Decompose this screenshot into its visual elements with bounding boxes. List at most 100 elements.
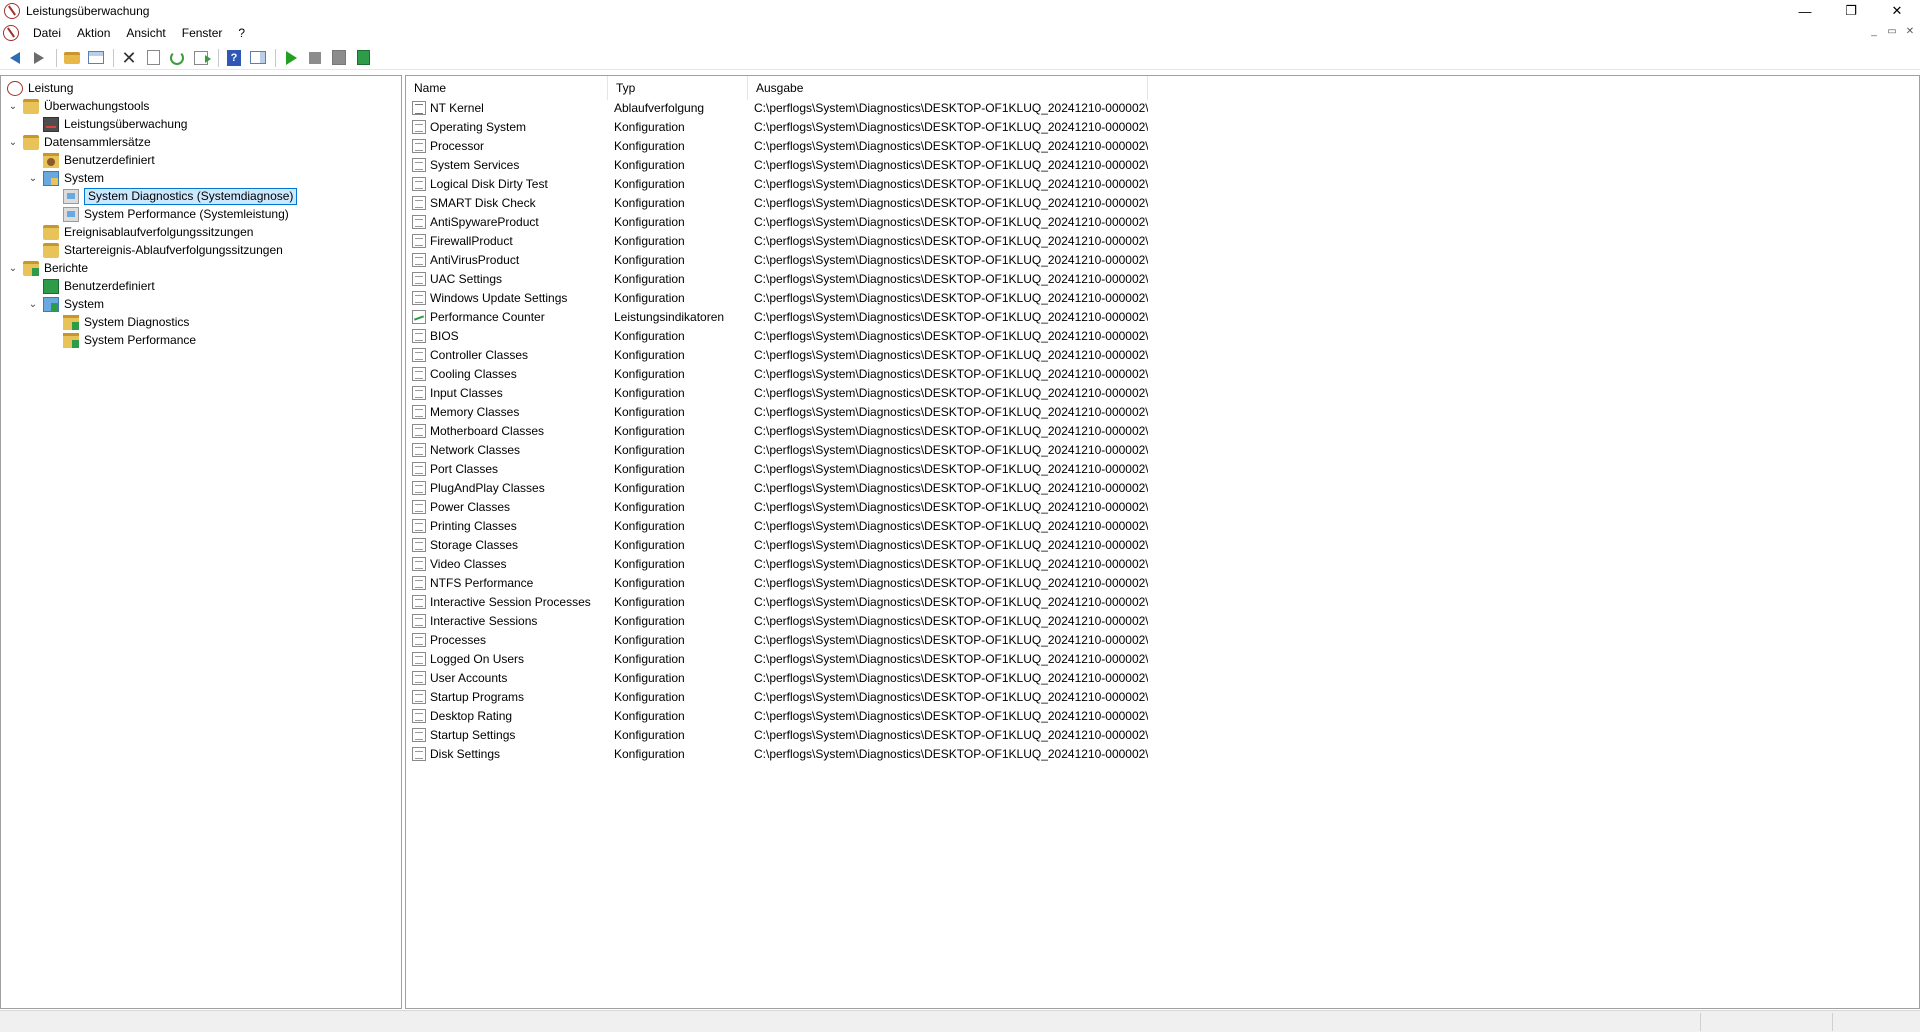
cell-output: C:\perflogs\System\Diagnostics\DESKTOP-O… — [754, 537, 1148, 552]
mdi-minimize-button[interactable]: _ — [1866, 24, 1882, 40]
title-bar: Leistungsüberwachung — ❐ ✕ — [0, 0, 1920, 22]
table-row[interactable]: BIOS Konfiguration C:\perflogs\System\Diag… — [406, 326, 1148, 345]
cell-type: Leistungsindikatoren — [614, 309, 725, 324]
mdi-close-button[interactable]: ✕ — [1902, 24, 1918, 40]
performance-monitor-app-icon[interactable] — [4, 3, 20, 19]
cell-name: User Accounts — [406, 670, 608, 685]
tree-item-reports[interactable]: ⌄ Berichte — [7, 259, 88, 277]
tree-item-leistung[interactable]: Leistung — [7, 79, 73, 97]
cell-type: Konfiguration — [614, 575, 685, 590]
table-row[interactable]: Startup Settings Konfiguration C:\perflogs… — [406, 725, 1148, 744]
menu-fenster[interactable]: Fenster — [174, 22, 231, 44]
tree-item-dcs-system[interactable]: ⌄ System — [27, 169, 104, 187]
table-row[interactable]: Controller Classes Konfiguration C:\perflo… — [406, 345, 1148, 364]
chevron-down-icon[interactable]: ⌄ — [7, 136, 19, 148]
menu-aktion[interactable]: Aktion — [69, 22, 118, 44]
column-header-output[interactable]: Ausgabe — [748, 76, 1148, 100]
delete-button[interactable]: ✕ — [118, 47, 140, 69]
chevron-down-icon[interactable]: ⌄ — [27, 298, 39, 310]
properties-button[interactable] — [142, 47, 164, 69]
menu-help[interactable]: ? — [230, 22, 253, 44]
table-row[interactable]: Desktop Rating Konfiguration C:\perflogs\S… — [406, 706, 1148, 725]
table-row[interactable]: Motherboard Classes Konfiguration C:\perfl… — [406, 421, 1148, 440]
table-row[interactable]: Network Classes Konfiguration C:\perflogs\… — [406, 440, 1148, 459]
close-button[interactable]: ✕ — [1874, 0, 1920, 22]
cell-output: C:\perflogs\System\Diagnostics\DESKTOP-O… — [754, 461, 1148, 476]
table-row[interactable]: Processor Konfiguration C:\perflogs\System… — [406, 136, 1148, 155]
start-button[interactable] — [280, 47, 302, 69]
column-header-name[interactable]: Name — [406, 76, 608, 100]
table-row[interactable]: UAC Settings Konfiguration C:\perflogs\Sys… — [406, 269, 1148, 288]
table-row[interactable]: System Services Konfiguration C:\perflogs\… — [406, 155, 1148, 174]
tree-item-system-performance[interactable]: System Performance (Systemleistung) — [63, 205, 289, 223]
table-row[interactable]: Logged On Users Konfiguration C:\perflogs\… — [406, 649, 1148, 668]
tree-item-report-system-performance[interactable]: System Performance — [63, 331, 196, 349]
mdi-restore-button[interactable]: ▭ — [1884, 24, 1900, 40]
show-hide-tree-button[interactable] — [85, 47, 107, 69]
configuration-icon — [412, 689, 426, 704]
table-row[interactable]: Port Classes Konfiguration C:\perflogs\Sys… — [406, 459, 1148, 478]
system-menu-icon[interactable] — [3, 25, 19, 41]
table-row[interactable]: Cooling Classes Konfiguration C:\perflogs\… — [406, 364, 1148, 383]
table-row[interactable]: Performance Counter Leistungsindikatoren C… — [406, 307, 1148, 326]
tree-item-performance-monitor[interactable]: Leistungsüberwachung — [43, 115, 187, 133]
table-row[interactable]: Windows Update Settings Konfiguration C:\p… — [406, 288, 1148, 307]
table-row[interactable]: Video Classes Konfiguration C:\perflogs\Sy… — [406, 554, 1148, 573]
tree-label: Ereignisablaufverfolgungssitzungen — [64, 225, 254, 239]
tree-item-monitoring-tools[interactable]: ⌄ Überwachungstools — [7, 97, 149, 115]
chevron-down-icon[interactable]: ⌄ — [7, 262, 19, 274]
chevron-down-icon[interactable]: ⌄ — [7, 100, 19, 112]
table-row[interactable]: Interactive Session Processes Konfigurati… — [406, 592, 1148, 611]
table-row[interactable]: Disk Settings Konfiguration C:\perflogs\Sy… — [406, 744, 1148, 763]
tree-item-event-trace-sessions[interactable]: Ereignisablaufverfolgungssitzungen — [43, 223, 253, 241]
tree-item-report-system-diagnostics[interactable]: System Diagnostics — [63, 313, 189, 331]
show-hide-action-pane-button[interactable] — [247, 47, 269, 69]
row-name: Logged On Users — [430, 651, 525, 666]
table-row[interactable]: Processes Konfiguration C:\perflogs\System… — [406, 630, 1148, 649]
table-row[interactable]: Operating System Konfiguration C:\perflogs… — [406, 117, 1148, 136]
tree-item-reports-user-defined[interactable]: Benutzerdefiniert — [43, 277, 155, 295]
export-list-button[interactable] — [190, 47, 212, 69]
table-row[interactable]: Printing Classes Konfiguration C:\perflogs… — [406, 516, 1148, 535]
table-row[interactable]: Memory Classes Konfiguration C:\perflogs\S… — [406, 402, 1148, 421]
table-row[interactable]: Startup Programs Konfiguration C:\perflogs… — [406, 687, 1148, 706]
table-row[interactable]: Input Classes Konfiguration C:\perflogs\Sy… — [406, 383, 1148, 402]
table-row[interactable]: AntiSpywareProduct Konfiguration C:\perflo… — [406, 212, 1148, 231]
minimize-button[interactable]: — — [1782, 0, 1828, 22]
table-row[interactable]: User Accounts Konfiguration C:\perflogs\Sy… — [406, 668, 1148, 687]
back-button[interactable] — [4, 47, 26, 69]
forward-button[interactable] — [28, 47, 50, 69]
table-row[interactable]: Storage Classes Konfiguration C:\perflogs\… — [406, 535, 1148, 554]
row-name: BIOS — [430, 328, 459, 343]
help-button[interactable]: ? — [223, 47, 245, 69]
chevron-down-icon[interactable]: ⌄ — [27, 172, 39, 184]
table-row[interactable]: SMART Disk Check Konfiguration C:\perflogs… — [406, 193, 1148, 212]
cell-name: Power Classes — [406, 499, 608, 514]
table-row[interactable]: NT Kernel Ablaufverfolgung C:\perflogs\Sys… — [406, 98, 1148, 117]
tree-item-dcs-user-defined[interactable]: Benutzerdefiniert — [43, 151, 155, 169]
latest-report-button[interactable] — [328, 47, 350, 69]
table-row[interactable]: NTFS Performance Konfiguration C:\perflogs… — [406, 573, 1148, 592]
tree-item-startup-trace-sessions[interactable]: Startereignis-Ablaufverfolgungssitzungen — [43, 241, 283, 259]
restore-button[interactable]: ❐ — [1828, 0, 1874, 22]
menu-ansicht[interactable]: Ansicht — [118, 22, 173, 44]
refresh-button[interactable] — [166, 47, 188, 69]
table-row[interactable]: FirewallProduct Konfiguration C:\perflogs\… — [406, 231, 1148, 250]
table-row[interactable]: Power Classes Konfiguration C:\perflogs\Sy… — [406, 497, 1148, 516]
table-row[interactable]: Interactive Sessions Konfiguration C:\perf… — [406, 611, 1148, 630]
tree-item-reports-system[interactable]: ⌄ System — [27, 295, 104, 313]
table-row[interactable]: PlugAndPlay Classes Konfiguration C:\perfl… — [406, 478, 1148, 497]
tree-label: Datensammlersätze — [44, 135, 151, 149]
up-button[interactable] — [61, 47, 83, 69]
table-row[interactable]: Logical Disk Dirty Test Konfiguration C:\p… — [406, 174, 1148, 193]
trace-icon — [412, 100, 426, 115]
tree-item-data-collector-sets[interactable]: ⌄ Datensammlersätze — [7, 133, 151, 151]
table-row[interactable]: AntiVirusProduct Konfiguration C:\perflogs… — [406, 250, 1148, 269]
tree-item-system-diagnostics[interactable]: System Diagnostics (Systemdiagnose) — [63, 187, 298, 205]
menu-datei[interactable]: Datei — [25, 22, 69, 44]
column-header-type[interactable]: Typ — [608, 76, 748, 100]
stop-button[interactable] — [304, 47, 326, 69]
configuration-icon — [412, 252, 426, 267]
new-report-button[interactable] — [352, 47, 374, 69]
cell-type: Konfiguration — [614, 727, 685, 742]
